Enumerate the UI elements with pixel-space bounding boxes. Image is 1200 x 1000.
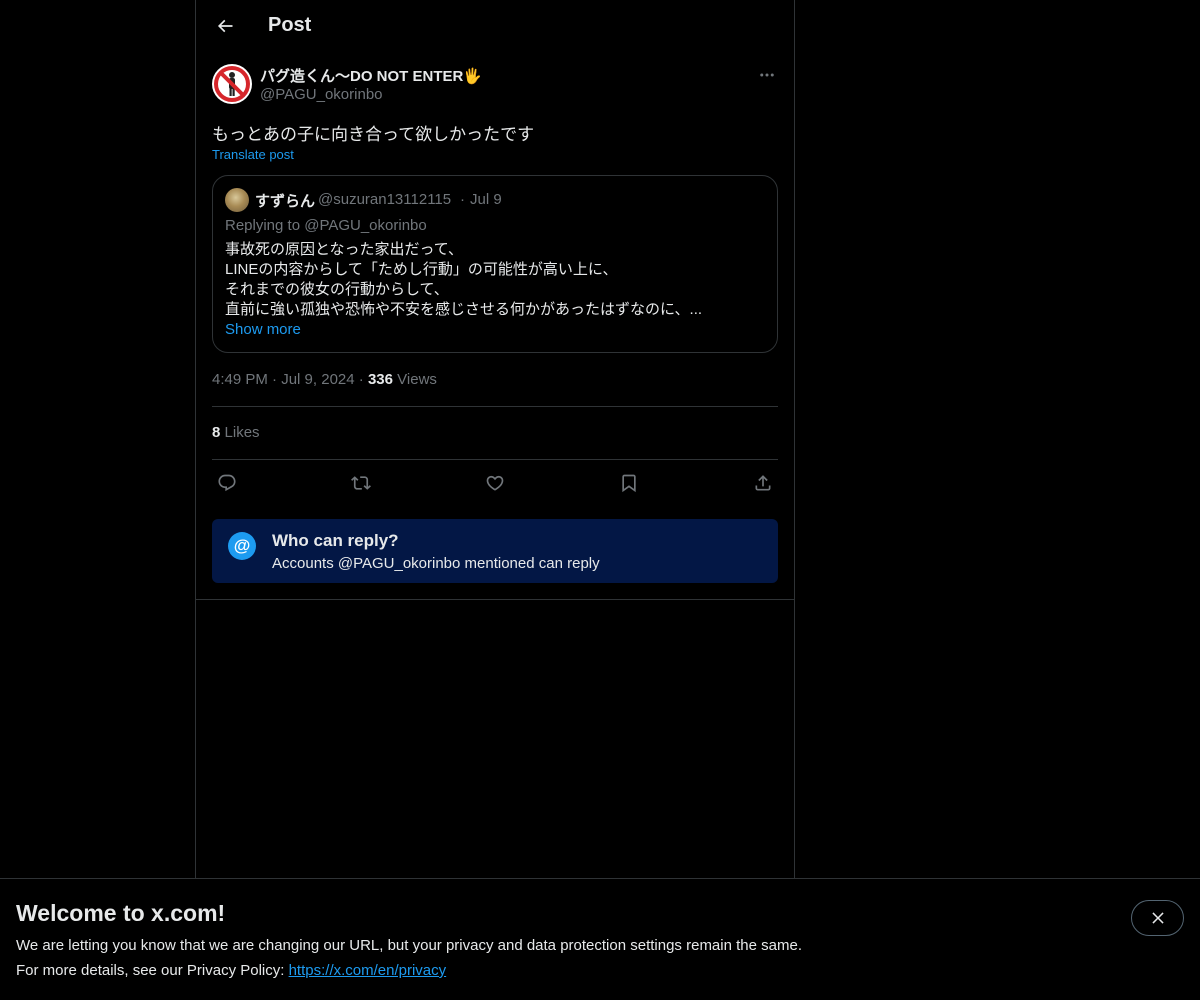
column-divider [196,599,794,600]
close-banner-button[interactable] [1131,900,1184,936]
quote-author-name: すずらん [255,193,316,210]
quote-text-line: それまでの彼女の行動からして、 [225,281,449,298]
quote-separator: · [460,191,465,208]
quoted-post[interactable]: すずらん @suzuran13112115 · Jul 9 Replying t… [212,175,778,353]
share-icon [755,475,771,491]
bookmark-button[interactable] [614,470,644,496]
back-button[interactable] [208,9,242,43]
likes-count: 8 [212,424,221,441]
divider [212,406,778,407]
quote-replying-to: Replying to @PAGU_okorinbo [225,217,427,234]
quote-text-line: 直前に強い孤独や恐怖や不安を感じさせる何かがあったはずなのに、... [225,301,703,318]
author-row: パグ造くん〜DO NOT ENTER🖐 @PAGU_okorinbo [212,62,778,108]
reply-button[interactable] [212,470,242,496]
banner-text-privacy: For more details, see our Privacy Policy… [16,962,446,979]
meta-separator: · [358,371,368,388]
at-icon: @ [228,532,256,560]
quote-text-line: LINEの内容からして「ためし行動」の可能性が高い上に、 [225,261,618,278]
no-entry-avatar-icon [213,65,251,103]
post-meta: 4:49 PM · Jul 9, 2024 · 336 Views [212,371,437,388]
back-arrow-icon [217,19,233,33]
meta-separator: · [272,371,282,388]
who-can-reply-title: Who can reply? [272,531,399,550]
post: パグ造くん〜DO NOT ENTER🖐 @PAGU_okorinbo もっとあの… [212,62,778,583]
translate-post-link[interactable]: Translate post [212,147,294,162]
author-name[interactable]: パグ造くん〜DO NOT ENTER🖐 [260,65,482,86]
main-column: Post パグ造くん〜DO NOT ENTER🖐 @PAGU_okorinbo [195,0,795,880]
page-header: Post [196,0,794,53]
quote-text: 事故死の原因となった家出だって、 LINEの内容からして「ためし行動」の可能性が… [225,240,765,320]
share-button[interactable] [748,470,778,496]
welcome-banner: Welcome to x.com! We are letting you kno… [0,878,1200,1000]
reply-icon [218,474,236,492]
avatar[interactable] [212,64,252,104]
views-label: Views [397,371,437,388]
privacy-policy-link[interactable]: https://x.com/en/privacy [289,962,447,979]
repost-button[interactable] [346,470,376,496]
who-can-reply-box: @ Who can reply? Accounts @PAGU_okorinbo… [212,519,778,583]
close-icon [1151,912,1164,924]
like-button[interactable] [480,470,510,496]
quote-date: Jul 9 [470,191,502,208]
quote-text-line: 事故死の原因となった家出だって、 [225,241,464,258]
views-count: 336 [367,371,393,388]
post-time[interactable]: 4:49 PM [212,371,268,388]
likes-link[interactable]: 8 Likes [212,424,260,441]
action-bar [212,470,778,496]
repost-icon [351,476,371,490]
page-title: Post [268,14,312,36]
banner-text: We are letting you know that we are chan… [16,937,802,954]
more-button[interactable] [756,64,778,86]
show-more-link[interactable]: Show more [225,321,301,338]
divider [212,459,778,460]
quote-avatar [225,188,249,212]
bookmark-icon [622,474,636,493]
banner-title: Welcome to x.com! [16,900,226,926]
post-text: もっとあの子に向き合って欲しかったです [212,125,535,144]
post-date[interactable]: Jul 9, 2024 [281,371,354,388]
banner-privacy-prefix: For more details, see our Privacy Policy… [16,962,289,979]
who-can-reply-subtitle: Accounts @PAGU_okorinbo mentioned can re… [272,555,600,572]
like-icon [486,475,504,491]
author-handle[interactable]: @PAGU_okorinbo [260,86,383,103]
quote-author-handle: @suzuran13112115 [318,191,452,208]
likes-label: Likes [224,424,260,441]
more-icon [760,73,774,77]
